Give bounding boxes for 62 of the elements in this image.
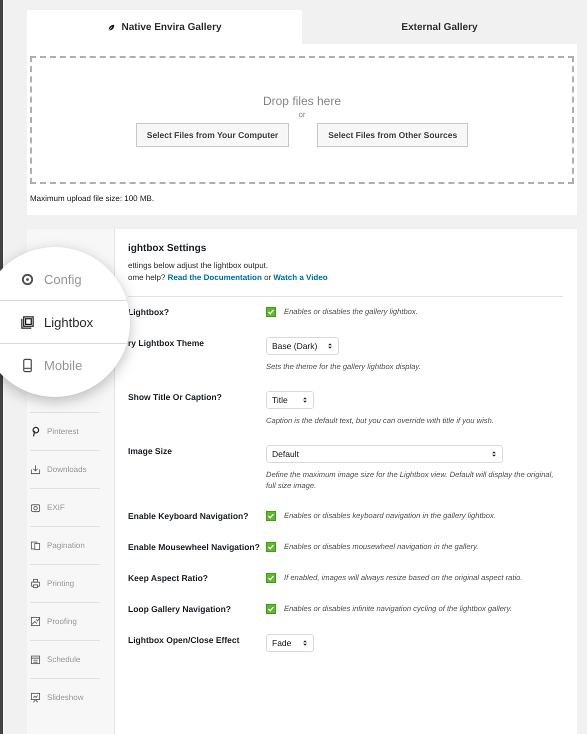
leaf-icon [107, 22, 116, 32]
checkmark-icon [267, 512, 275, 520]
checkbox[interactable] [266, 542, 276, 552]
sidebar-item[interactable]: Downloads [30, 450, 100, 488]
setting-label: Lightbox? [128, 306, 170, 318]
pin-letter-icon [30, 426, 41, 437]
or-text: or [298, 110, 306, 118]
sidebar-item[interactable]: Pagination [30, 526, 100, 564]
select-dropdown[interactable]: Fade [266, 634, 314, 652]
sidebar-item[interactable]: Printing [30, 564, 100, 602]
select-files-button[interactable]: Select Files from Other Sources [317, 122, 468, 146]
select-dropdown[interactable]: Title [266, 391, 314, 409]
section-title: ightbox Settings [128, 243, 208, 254]
checkbox[interactable] [266, 572, 276, 582]
select-dropdown[interactable]: Default [266, 445, 503, 463]
setting-label: Enable Keyboard Navigation? [128, 510, 250, 522]
checkmark-icon [267, 308, 275, 316]
drop-text: Drop files here [262, 94, 342, 108]
updown-caret-icon [302, 638, 308, 648]
checkbox[interactable] [266, 510, 276, 520]
help-text: ome help? [128, 273, 166, 282]
presentation-icon [30, 692, 41, 703]
image-check-icon [30, 616, 41, 627]
checkmark-icon [267, 604, 275, 612]
sidebar-item[interactable]: Slideshow [30, 678, 100, 716]
camera-icon [30, 502, 41, 513]
gallery-tab[interactable]: External Gallery [302, 10, 577, 44]
updown-caret-icon [327, 341, 334, 351]
updown-caret-icon [302, 395, 308, 405]
setting-label: Keep Aspect Ratio? [128, 572, 209, 584]
stacked-frames-icon [20, 314, 35, 330]
select-dropdown[interactable]: Base (Dark) [266, 337, 340, 355]
sidebar-item[interactable]: Schedule [30, 640, 100, 678]
checkmark-icon [267, 542, 275, 550]
setting-label: Show Title Or Caption? [128, 391, 223, 404]
sidebar-item[interactable]: Proofing [30, 602, 100, 640]
setting-label: ry Lightbox Theme [128, 337, 206, 350]
max-upload-size-text: Maximum upload file size: 100 MB. [29, 193, 156, 205]
intro-text: ettings below adjust the lightbox output. [128, 260, 270, 272]
gear-icon [20, 272, 35, 286]
setting-label: Image Size [128, 445, 173, 458]
phone-icon [20, 358, 35, 372]
setting-label: Lightbox Open/Close Effect [128, 634, 240, 647]
sidebar-item[interactable]: EXIF [30, 488, 100, 526]
download-tray-icon [30, 464, 41, 475]
magnified-sidebar-item[interactable]: Mobile [0, 343, 130, 386]
checkbox[interactable] [266, 604, 276, 614]
or-text: or [264, 273, 272, 282]
drop-zone[interactable]: Drop files here or Select Files from Your Computer Select Files from Other Sources [30, 56, 574, 184]
sidebar-item[interactable]: Pinterest [30, 412, 100, 450]
printer-icon [30, 578, 41, 589]
video-link[interactable]: Watch a Video [273, 273, 328, 282]
calendar-icon [30, 654, 41, 665]
updown-caret-icon [491, 449, 497, 459]
magnified-sidebar-item[interactable]: Lightbox [0, 300, 130, 343]
checkbox[interactable] [266, 306, 276, 316]
setting-label: Enable Mousewheel Navigation? [128, 541, 261, 553]
select-files-button[interactable]: Select Files from Your Computer [136, 122, 290, 146]
checkmark-icon [267, 574, 275, 582]
documentation-link[interactable]: Read the Documentation [168, 273, 262, 282]
pages-icon [30, 540, 41, 551]
setting-label: Loop Gallery Navigation? [128, 603, 232, 615]
